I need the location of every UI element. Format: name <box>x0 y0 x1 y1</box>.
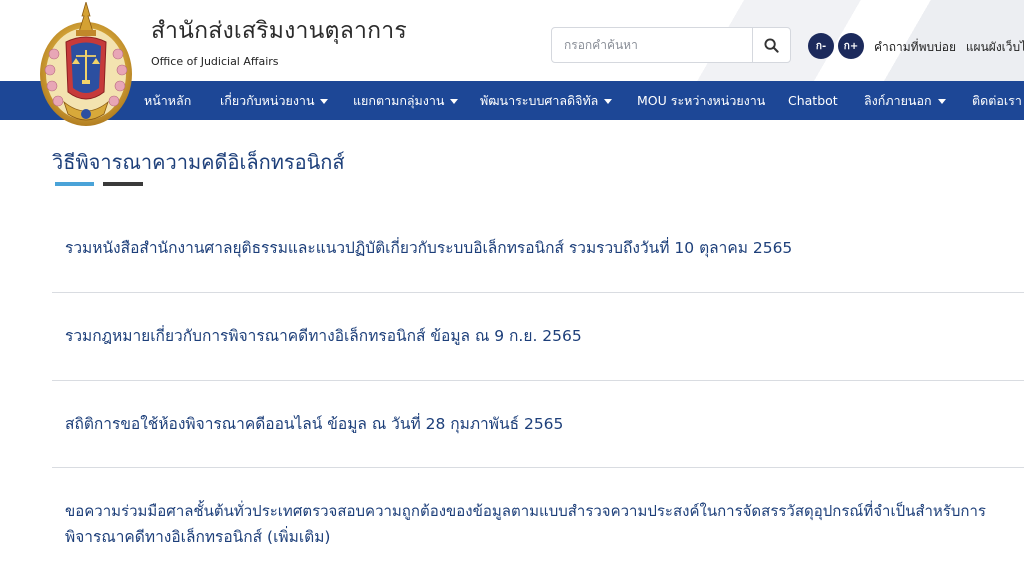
nav-item-about[interactable]: เกี่ยวกับหน่วยงาน <box>220 81 329 120</box>
nav-item-home[interactable]: หน้าหลัก <box>144 81 191 120</box>
divider <box>52 380 1024 381</box>
nav-label: ลิงก์ภายนอก <box>864 93 932 108</box>
title-underline-dark <box>103 182 143 186</box>
search-box <box>551 27 791 63</box>
nav-label: เกี่ยวกับหน่วยงาน <box>220 93 315 108</box>
document-link[interactable]: รวมหนังสือสำนักงานศาลยุติธรรมและแนวปฏิบั… <box>65 235 1024 261</box>
nav-item-external-links[interactable]: ลิงก์ภายนอก <box>864 81 946 120</box>
nav-item-mou[interactable]: MOU ระหว่างหน่วยงาน <box>637 81 765 120</box>
document-link-text: สถิติการขอใช้ห้องพิจารณาคดีออนไลน์ ข้อมู… <box>65 415 564 433</box>
search-button[interactable] <box>752 28 790 62</box>
document-link-text: รวมหนังสือสำนักงานศาลยุติธรรมและแนวปฏิบั… <box>65 239 793 257</box>
nav-label: MOU ระหว่างหน่วยงาน <box>637 93 766 108</box>
faq-link[interactable]: คำถามที่พบบ่อย <box>874 40 956 54</box>
nav-item-chatbot[interactable]: Chatbot <box>788 81 838 120</box>
font-increase-button[interactable]: ก+ <box>838 33 864 59</box>
nav-label: หน้าหลัก <box>144 93 192 108</box>
font-decrease-button[interactable]: ก- <box>808 33 834 59</box>
nav-label: Chatbot <box>788 93 838 108</box>
divider <box>52 467 1024 468</box>
nav-item-digital-court[interactable]: พัฒนาระบบศาลดิจิทัล <box>480 81 613 120</box>
page-title: วิธีพิจารณาความคดีอิเล็กทรอนิกส์ <box>52 150 345 174</box>
nav-label: แยกตามกลุ่มงาน <box>353 93 445 108</box>
document-link[interactable]: รวมกฎหมายเกี่ยวกับการพิจารณาคดีทางอิเล็ก… <box>65 323 1024 349</box>
document-link[interactable]: ขอความร่วมมือศาลชั้นต้นทั่วประเทศตรวจสอบ… <box>65 498 1024 550</box>
nav-item-contact[interactable]: ติดต่อเรา <box>972 81 1022 120</box>
caret-down-icon <box>937 99 946 104</box>
divider <box>52 292 1024 293</box>
main-navbar: หน้าหลัก เกี่ยวกับหน่วยงาน แยกตามกลุ่มงา… <box>0 81 1024 120</box>
document-link-text: รวมกฎหมายเกี่ยวกับการพิจารณาคดีทางอิเล็ก… <box>65 327 582 345</box>
nav-item-workgroups[interactable]: แยกตามกลุ่มงาน <box>353 81 459 120</box>
document-link-text-continued: พิจารณาคดีทางอิเล็กทรอนิกส์ (เพิ่มเติม) <box>65 528 331 546</box>
site-subtitle: Office of Judicial Affairs <box>151 55 279 68</box>
top-links: คำถามที่พบบ่อย แผนผังเว็บไซ <box>874 38 1024 57</box>
caret-down-icon <box>604 99 613 104</box>
court-emblem-icon[interactable] <box>38 2 134 128</box>
caret-down-icon <box>450 99 459 104</box>
search-icon <box>764 37 779 53</box>
search-input[interactable] <box>552 28 754 62</box>
nav-label: พัฒนาระบบศาลดิจิทัล <box>480 93 599 108</box>
title-underline-accent <box>55 182 94 186</box>
nav-label: ติดต่อเรา <box>972 93 1022 108</box>
sitemap-link[interactable]: แผนผังเว็บไซ <box>966 40 1024 54</box>
site-title[interactable]: สำนักส่งเสริมงานตุลาการ <box>151 13 407 49</box>
caret-down-icon <box>320 99 329 104</box>
site-header: สำนักส่งเสริมงานตุลาการ Office of Judici… <box>0 0 1024 81</box>
document-link[interactable]: สถิติการขอใช้ห้องพิจารณาคดีออนไลน์ ข้อมู… <box>65 411 1024 437</box>
document-link-text: ขอความร่วมมือศาลชั้นต้นทั่วประเทศตรวจสอบ… <box>65 502 986 520</box>
